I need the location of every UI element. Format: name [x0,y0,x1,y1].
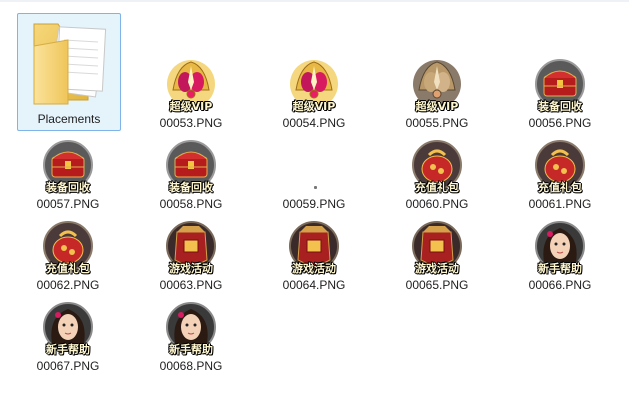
file-item[interactable]: 新手帮助 00068.PNG [133,295,249,373]
file-name-label: 00054.PNG [282,116,346,130]
caption-text: 游戏活动 [415,262,459,275]
caption-text: 新手帮助 [538,262,582,275]
image-thumbnail-icon: 装备回收 [40,137,96,194]
file-name-label: 00056.PNG [528,116,592,130]
file-item[interactable]: 游戏活动 00065.PNG [379,214,495,292]
file-item[interactable]: 超级VIP 00054.PNG [256,52,372,130]
image-thumbnail-icon: 超级VIP [286,56,342,113]
image-thumbnail-icon: 充值礼包 [532,137,588,194]
thumbnail-caption: 超级VIP [286,95,342,113]
image-thumbnail-icon: 游戏活动 [409,218,465,275]
file-item[interactable]: 超级VIP 00053.PNG [133,52,249,130]
image-thumbnail-icon [286,137,342,193]
file-name-label: 00066.PNG [528,278,592,292]
file-item[interactable]: 新手帮助 00066.PNG [502,214,618,292]
file-item[interactable]: 充值礼包 00060.PNG [379,133,495,211]
thumbnail-caption: 装备回收 [40,176,96,194]
file-item[interactable]: 装备回收 00058.PNG [133,133,249,211]
image-thumbnail-icon: 充值礼包 [409,137,465,194]
image-thumbnail-icon: 游戏活动 [286,218,342,275]
thumbnail-caption: 新手帮助 [40,338,96,356]
thumbnail-caption: 游戏活动 [286,257,342,275]
caption-text: 充值礼包 [46,262,90,275]
file-name-label: 00053.PNG [159,116,223,130]
thumbnail-caption: 充值礼包 [409,176,465,194]
file-item[interactable]: 游戏活动 00064.PNG [256,214,372,292]
thumbnail-caption: 超级VIP [409,95,465,113]
file-name-label: 00064.PNG [282,278,346,292]
file-name-label: 00062.PNG [36,278,100,292]
image-thumbnail-icon: 新手帮助 [532,218,588,275]
file-item[interactable]: 超级VIP 00055.PNG [379,52,495,130]
file-name-label: 00055.PNG [405,116,469,130]
caption-text: 游戏活动 [292,262,336,275]
caption-text: 装备回收 [46,181,90,194]
caption-text: 充值礼包 [415,181,459,194]
file-item[interactable]: 充值礼包 00062.PNG [10,214,126,292]
file-name-label: 00068.PNG [159,359,223,373]
file-name-label: 00063.PNG [159,278,223,292]
image-thumbnail-icon: 超级VIP [409,56,465,113]
file-name-label: 00067.PNG [36,359,100,373]
image-thumbnail-icon: 装备回收 [163,137,219,194]
caption-text: 超级VIP [415,100,459,113]
file-item[interactable]: 装备回收 00056.PNG [502,52,618,130]
explorer-top-edge [0,0,629,2]
caption-text: 新手帮助 [46,343,90,356]
file-item[interactable]: 新手帮助 00067.PNG [10,295,126,373]
file-name-label: 00061.PNG [528,197,592,211]
thumbnail-caption: 游戏活动 [409,257,465,275]
thumbnail-caption: 游戏活动 [163,257,219,275]
file-name-label: 00057.PNG [36,197,100,211]
file-item[interactable]: 游戏活动 00063.PNG [133,214,249,292]
folder-icon [28,16,112,108]
thumbnail-caption: 超级VIP [163,95,219,113]
image-thumbnail-icon: 超级VIP [163,56,219,113]
caption-text: 装备回收 [538,100,582,113]
thumbnail-caption: 新手帮助 [163,338,219,356]
caption-text: 装备回收 [169,181,213,194]
image-thumbnail-icon: 新手帮助 [40,299,96,356]
file-name-label: 00059.PNG [282,197,346,211]
file-name-label: 00058.PNG [159,197,223,211]
image-thumbnail-icon: 新手帮助 [163,299,219,356]
folder-label: Placements [37,112,101,126]
image-thumbnail-icon: 游戏活动 [163,218,219,275]
file-item[interactable]: 装备回收 00057.PNG [10,133,126,211]
caption-text: 超级VIP [292,100,336,113]
image-thumbnail-icon: 充值礼包 [40,218,96,275]
thumbnail-caption: 装备回收 [532,95,588,113]
thumbnail-caption: 装备回收 [163,176,219,194]
image-thumbnail-icon: 装备回收 [532,56,588,113]
caption-text: 超级VIP [169,100,213,113]
thumbnail-caption: 新手帮助 [532,257,588,275]
thumbnail-caption: 充值礼包 [40,257,96,275]
caption-text: 游戏活动 [169,262,213,275]
file-item[interactable]: 充值礼包 00061.PNG [502,133,618,211]
thumbnail-caption: 充值礼包 [532,176,588,194]
file-name-label: 00060.PNG [405,197,469,211]
folder-placements[interactable]: Placements [17,13,121,131]
file-name-label: 00065.PNG [405,278,469,292]
caption-text: 充值礼包 [538,181,582,194]
caption-text: 新手帮助 [169,343,213,356]
file-item[interactable]: 00059.PNG [256,133,372,211]
